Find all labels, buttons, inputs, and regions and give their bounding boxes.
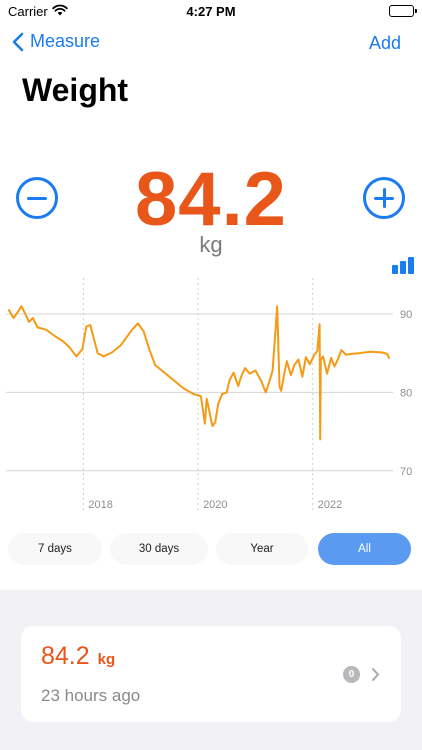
x-tick-label: 2022 <box>318 499 342 511</box>
back-button[interactable]: Measure <box>12 31 100 52</box>
range-option-label: 7 days <box>38 543 72 555</box>
y-tick-label: 70 <box>400 466 412 478</box>
entry-unit: kg <box>97 651 116 668</box>
chevron-right-icon <box>372 668 379 681</box>
range-option-all[interactable]: All <box>318 533 411 565</box>
page-title: Weight <box>22 72 129 108</box>
time-range-selector: 7 days 30 days Year All <box>8 533 414 565</box>
increment-button[interactable] <box>363 177 405 219</box>
range-option-label: 30 days <box>138 543 180 555</box>
entry-weight: 84.2 <box>41 642 90 670</box>
back-button-label: Measure <box>30 31 101 51</box>
y-tick-label: 90 <box>400 309 412 321</box>
entry-timestamp: 23 hours ago <box>41 686 141 705</box>
range-option-30-days[interactable]: 30 days <box>110 533 208 565</box>
weight-history-chart: 70 80 90 2018 2020 2022 <box>6 278 412 511</box>
y-tick-label: 80 <box>400 387 412 399</box>
x-tick-label: 2018 <box>88 499 112 511</box>
clock-label: 4:27 PM <box>186 4 236 19</box>
latest-entry-card[interactable]: 84.2 kg 23 hours ago 0 <box>21 626 401 722</box>
range-option-year[interactable]: Year <box>216 533 308 565</box>
range-option-7-days[interactable]: 7 days <box>8 533 102 565</box>
plus-icon-vertical <box>383 188 386 208</box>
chevron-left-icon <box>12 32 24 51</box>
current-weight-value: 84.2 <box>135 157 287 242</box>
bar-chart-icon[interactable] <box>392 256 414 274</box>
weight-series-line <box>7 305 390 441</box>
add-button[interactable]: Add <box>369 33 401 54</box>
battery-icon <box>389 5 417 17</box>
x-tick-label: 2020 <box>203 499 227 511</box>
current-weight-unit: kg <box>199 232 223 257</box>
entry-value: 84.2 kg <box>41 642 115 671</box>
range-option-label: All <box>358 543 371 555</box>
entry-count-badge: 0 <box>343 666 360 683</box>
range-option-label: Year <box>250 543 274 555</box>
status-bar: Carrier 4:27 PM <box>0 0 422 24</box>
